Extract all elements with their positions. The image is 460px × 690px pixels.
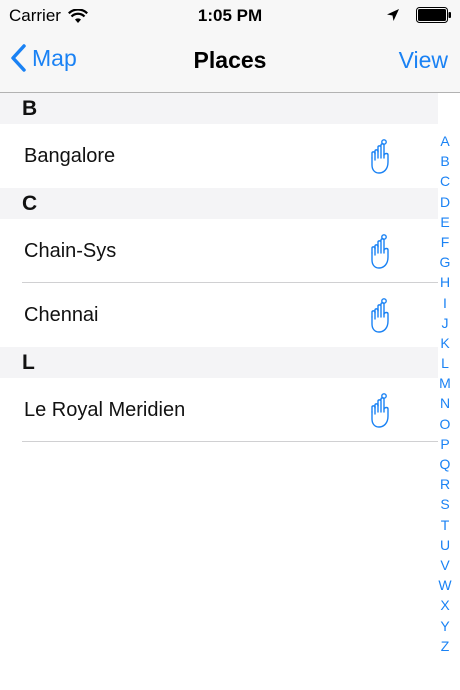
hand-ring-finger-icon [371,234,389,269]
section-header-b: B [0,93,438,124]
hand-ring-finger-icon [371,393,389,428]
index-letter-s[interactable]: S [440,494,449,514]
chevron-left-icon [11,44,26,72]
index-letter-t[interactable]: T [441,515,450,535]
view-button[interactable]: View [399,47,448,74]
index-letter-u[interactable]: U [440,535,450,555]
table-row[interactable]: Chain-Sys [0,219,438,283]
index-letter-r[interactable]: R [440,474,450,494]
index-letter-y[interactable]: Y [440,616,449,636]
index-letter-g[interactable]: G [440,252,451,272]
index-letter-q[interactable]: Q [440,454,451,474]
index-letter-x[interactable]: X [440,595,449,615]
index-letter-k[interactable]: K [440,333,449,353]
screen: Carrier 1:05 PM Map Places View B Bangal… [0,0,460,690]
section-letter: C [22,192,38,215]
index-letter-a[interactable]: A [440,131,449,151]
battery-icon [416,7,451,23]
row-separator [22,441,438,442]
index-letter-z[interactable]: Z [441,636,450,656]
table-row[interactable]: Chennai [0,283,438,347]
status-right [386,7,452,23]
location-arrow-icon [387,9,399,21]
row-label: Chain-Sys [24,240,117,262]
section-index[interactable]: ABCDEFGHIJKLMNOPQRSTUVWXYZ [434,131,456,656]
index-letter-l[interactable]: L [441,353,449,373]
index-letter-v[interactable]: V [440,555,449,575]
index-letter-f[interactable]: F [441,232,450,252]
index-letter-b[interactable]: B [440,151,449,171]
index-letter-m[interactable]: M [439,373,451,393]
table-row[interactable]: Le Royal Meridien [0,378,438,442]
index-letter-n[interactable]: N [440,393,450,413]
status-bar: Carrier 1:05 PM [0,0,460,32]
back-button[interactable]: Map [10,44,77,72]
index-letter-c[interactable]: C [440,171,450,191]
table-row[interactable]: Bangalore [0,124,438,188]
index-letter-i[interactable]: I [443,293,447,313]
row-label: Bangalore [24,145,116,167]
section-header-l: L [0,347,438,378]
index-letter-o[interactable]: O [440,414,451,434]
navigation-bar: Map Places View [0,32,460,93]
row-label: Le Royal Meridien [24,399,186,421]
index-letter-p[interactable]: P [440,434,449,454]
index-letter-h[interactable]: H [440,272,450,292]
hand-ring-finger-icon [371,298,389,333]
index-letter-j[interactable]: J [442,313,449,333]
row-label: Chennai [24,304,99,326]
places-table: B Bangalore C Chain-Sys Chennai L Le Roy… [0,93,438,442]
section-header-c: C [0,188,438,219]
index-letter-d[interactable]: D [440,192,450,212]
index-letter-e[interactable]: E [440,212,449,232]
back-button-label: Map [32,44,77,71]
index-letter-w[interactable]: W [438,575,451,595]
section-letter: B [22,97,38,120]
section-letter: L [22,351,35,374]
hand-ring-finger-icon [371,139,389,174]
